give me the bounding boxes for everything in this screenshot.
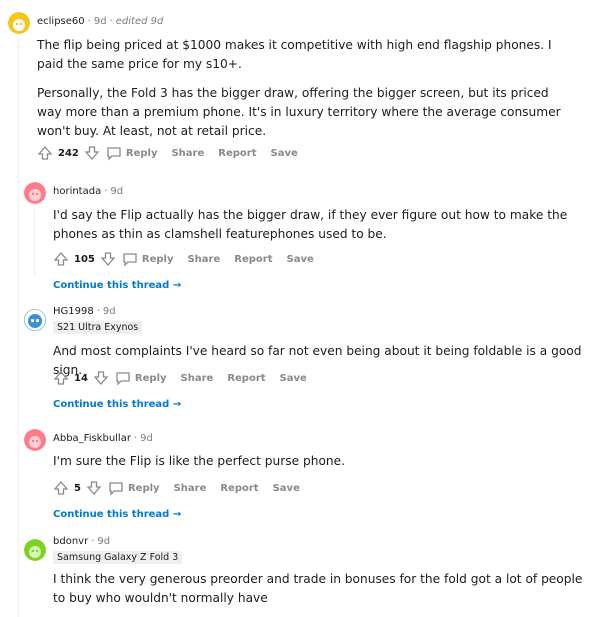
edited-label: edited 9d: [115, 16, 164, 27]
vote-score: 5: [74, 482, 81, 494]
share-button[interactable]: Share: [174, 483, 207, 494]
timestamp[interactable]: 9d: [97, 536, 110, 547]
snoo-avatar-icon: [8, 12, 30, 34]
report-button[interactable]: Report: [234, 254, 272, 265]
downvote-icon[interactable]: [84, 145, 100, 161]
separator: ·: [104, 186, 108, 197]
comment-meta: Abba_Fiskbullar · 9d: [53, 433, 153, 444]
reply-button[interactable]: Reply: [126, 148, 158, 159]
vote-score: 14: [74, 372, 88, 384]
share-button[interactable]: Share: [171, 148, 204, 159]
separator: ·: [96, 306, 100, 317]
downvote-icon[interactable]: [86, 480, 102, 496]
continue-thread-link[interactable]: Continue this thread →: [53, 280, 181, 291]
report-button[interactable]: Report: [218, 148, 256, 159]
share-button[interactable]: Share: [181, 373, 214, 384]
continue-thread-label: Continue this thread: [53, 509, 170, 520]
comment-body: The flip being priced at $1000 makes it …: [37, 36, 577, 141]
username[interactable]: HG1998: [53, 306, 94, 317]
comment-paragraph: Personally, the Fold 3 has the bigger dr…: [37, 86, 561, 138]
comment-meta: horintada · 9d: [53, 186, 123, 197]
avatar[interactable]: [24, 429, 46, 451]
share-button[interactable]: Share: [187, 254, 220, 265]
snoo-avatar-icon: [24, 539, 46, 561]
avatar[interactable]: [8, 12, 30, 34]
username[interactable]: Abba_Fiskbullar: [53, 433, 131, 444]
save-button[interactable]: Save: [271, 148, 298, 159]
save-button[interactable]: Save: [273, 483, 300, 494]
user-flair: S21 Ultra Exynos: [53, 321, 143, 334]
upvote-icon[interactable]: [37, 145, 53, 161]
user-flair: Samsung Galaxy Z Fold 3: [53, 551, 183, 564]
vote-score: 105: [74, 253, 95, 265]
comment-actions: 242 Reply Share Report Save: [37, 143, 312, 163]
timestamp[interactable]: 9d: [140, 433, 153, 444]
reply-button[interactable]: Reply: [128, 483, 160, 494]
comment-paragraph: I think the very generous preorder and t…: [53, 572, 583, 605]
snoo-avatar-icon: [24, 182, 46, 204]
reply-icon[interactable]: [106, 145, 122, 161]
comment-meta: bdonvr · 9d: [53, 536, 110, 547]
separator: ·: [109, 16, 113, 27]
upvote-icon[interactable]: [53, 251, 69, 267]
upvote-icon[interactable]: [53, 370, 69, 386]
reply-button[interactable]: Reply: [135, 373, 167, 384]
comment-body: I think the very generous preorder and t…: [53, 570, 583, 608]
username[interactable]: horintada: [53, 186, 101, 197]
downvote-icon[interactable]: [100, 251, 116, 267]
report-button[interactable]: Report: [220, 483, 258, 494]
comment-actions: 105 Reply Share Report Save: [53, 249, 328, 269]
avatar[interactable]: [24, 309, 46, 331]
separator: ·: [87, 16, 91, 27]
comment-paragraph: I'm sure the Flip is like the perfect pu…: [53, 454, 345, 468]
reply-icon[interactable]: [115, 370, 131, 386]
separator: ·: [133, 433, 138, 444]
continue-thread-label: Continue this thread: [53, 280, 170, 291]
reply-icon[interactable]: [108, 480, 124, 496]
timestamp[interactable]: 9d: [103, 306, 116, 317]
continue-thread-link[interactable]: Continue this thread →: [53, 399, 181, 410]
continue-thread-label: Continue this thread: [53, 399, 170, 410]
avatar[interactable]: [24, 539, 46, 561]
reply-button[interactable]: Reply: [142, 254, 174, 265]
vote-score: 242: [58, 147, 79, 159]
username[interactable]: eclipse60: [37, 16, 85, 27]
upvote-icon[interactable]: [53, 480, 69, 496]
timestamp[interactable]: 9d: [110, 186, 123, 197]
arrow-right-icon: →: [172, 399, 182, 410]
arrow-right-icon: →: [172, 280, 182, 291]
save-button[interactable]: Save: [287, 254, 314, 265]
comment-paragraph: I'd say the Flip actually has the bigger…: [53, 208, 568, 241]
comment-paragraph: The flip being priced at $1000 makes it …: [37, 38, 552, 71]
arrow-right-icon: →: [172, 509, 182, 520]
report-button[interactable]: Report: [227, 373, 265, 384]
comment-meta: eclipse60 · 9d · edited 9d: [37, 16, 163, 27]
avatar[interactable]: [24, 182, 46, 204]
save-button[interactable]: Save: [280, 373, 307, 384]
comment-actions: 5 Reply Share Report Save: [53, 478, 314, 498]
snoo-avatar-icon: [24, 429, 46, 451]
continue-thread-link[interactable]: Continue this thread →: [53, 509, 181, 520]
comment-body: I'm sure the Flip is like the perfect pu…: [53, 452, 583, 471]
downvote-icon[interactable]: [93, 370, 109, 386]
comment-actions: 14 Reply Share Report Save: [53, 368, 321, 388]
thread-line[interactable]: [34, 207, 35, 277]
thread-line[interactable]: [18, 38, 19, 617]
comment-body: I'd say the Flip actually has the bigger…: [53, 206, 583, 244]
timestamp[interactable]: 9d: [94, 16, 107, 27]
username[interactable]: bdonvr: [53, 536, 88, 547]
snoo-avatar-icon: [24, 309, 46, 331]
reply-icon[interactable]: [122, 251, 138, 267]
comment-meta: HG1998 · 9d: [53, 306, 116, 317]
separator: ·: [91, 536, 95, 547]
